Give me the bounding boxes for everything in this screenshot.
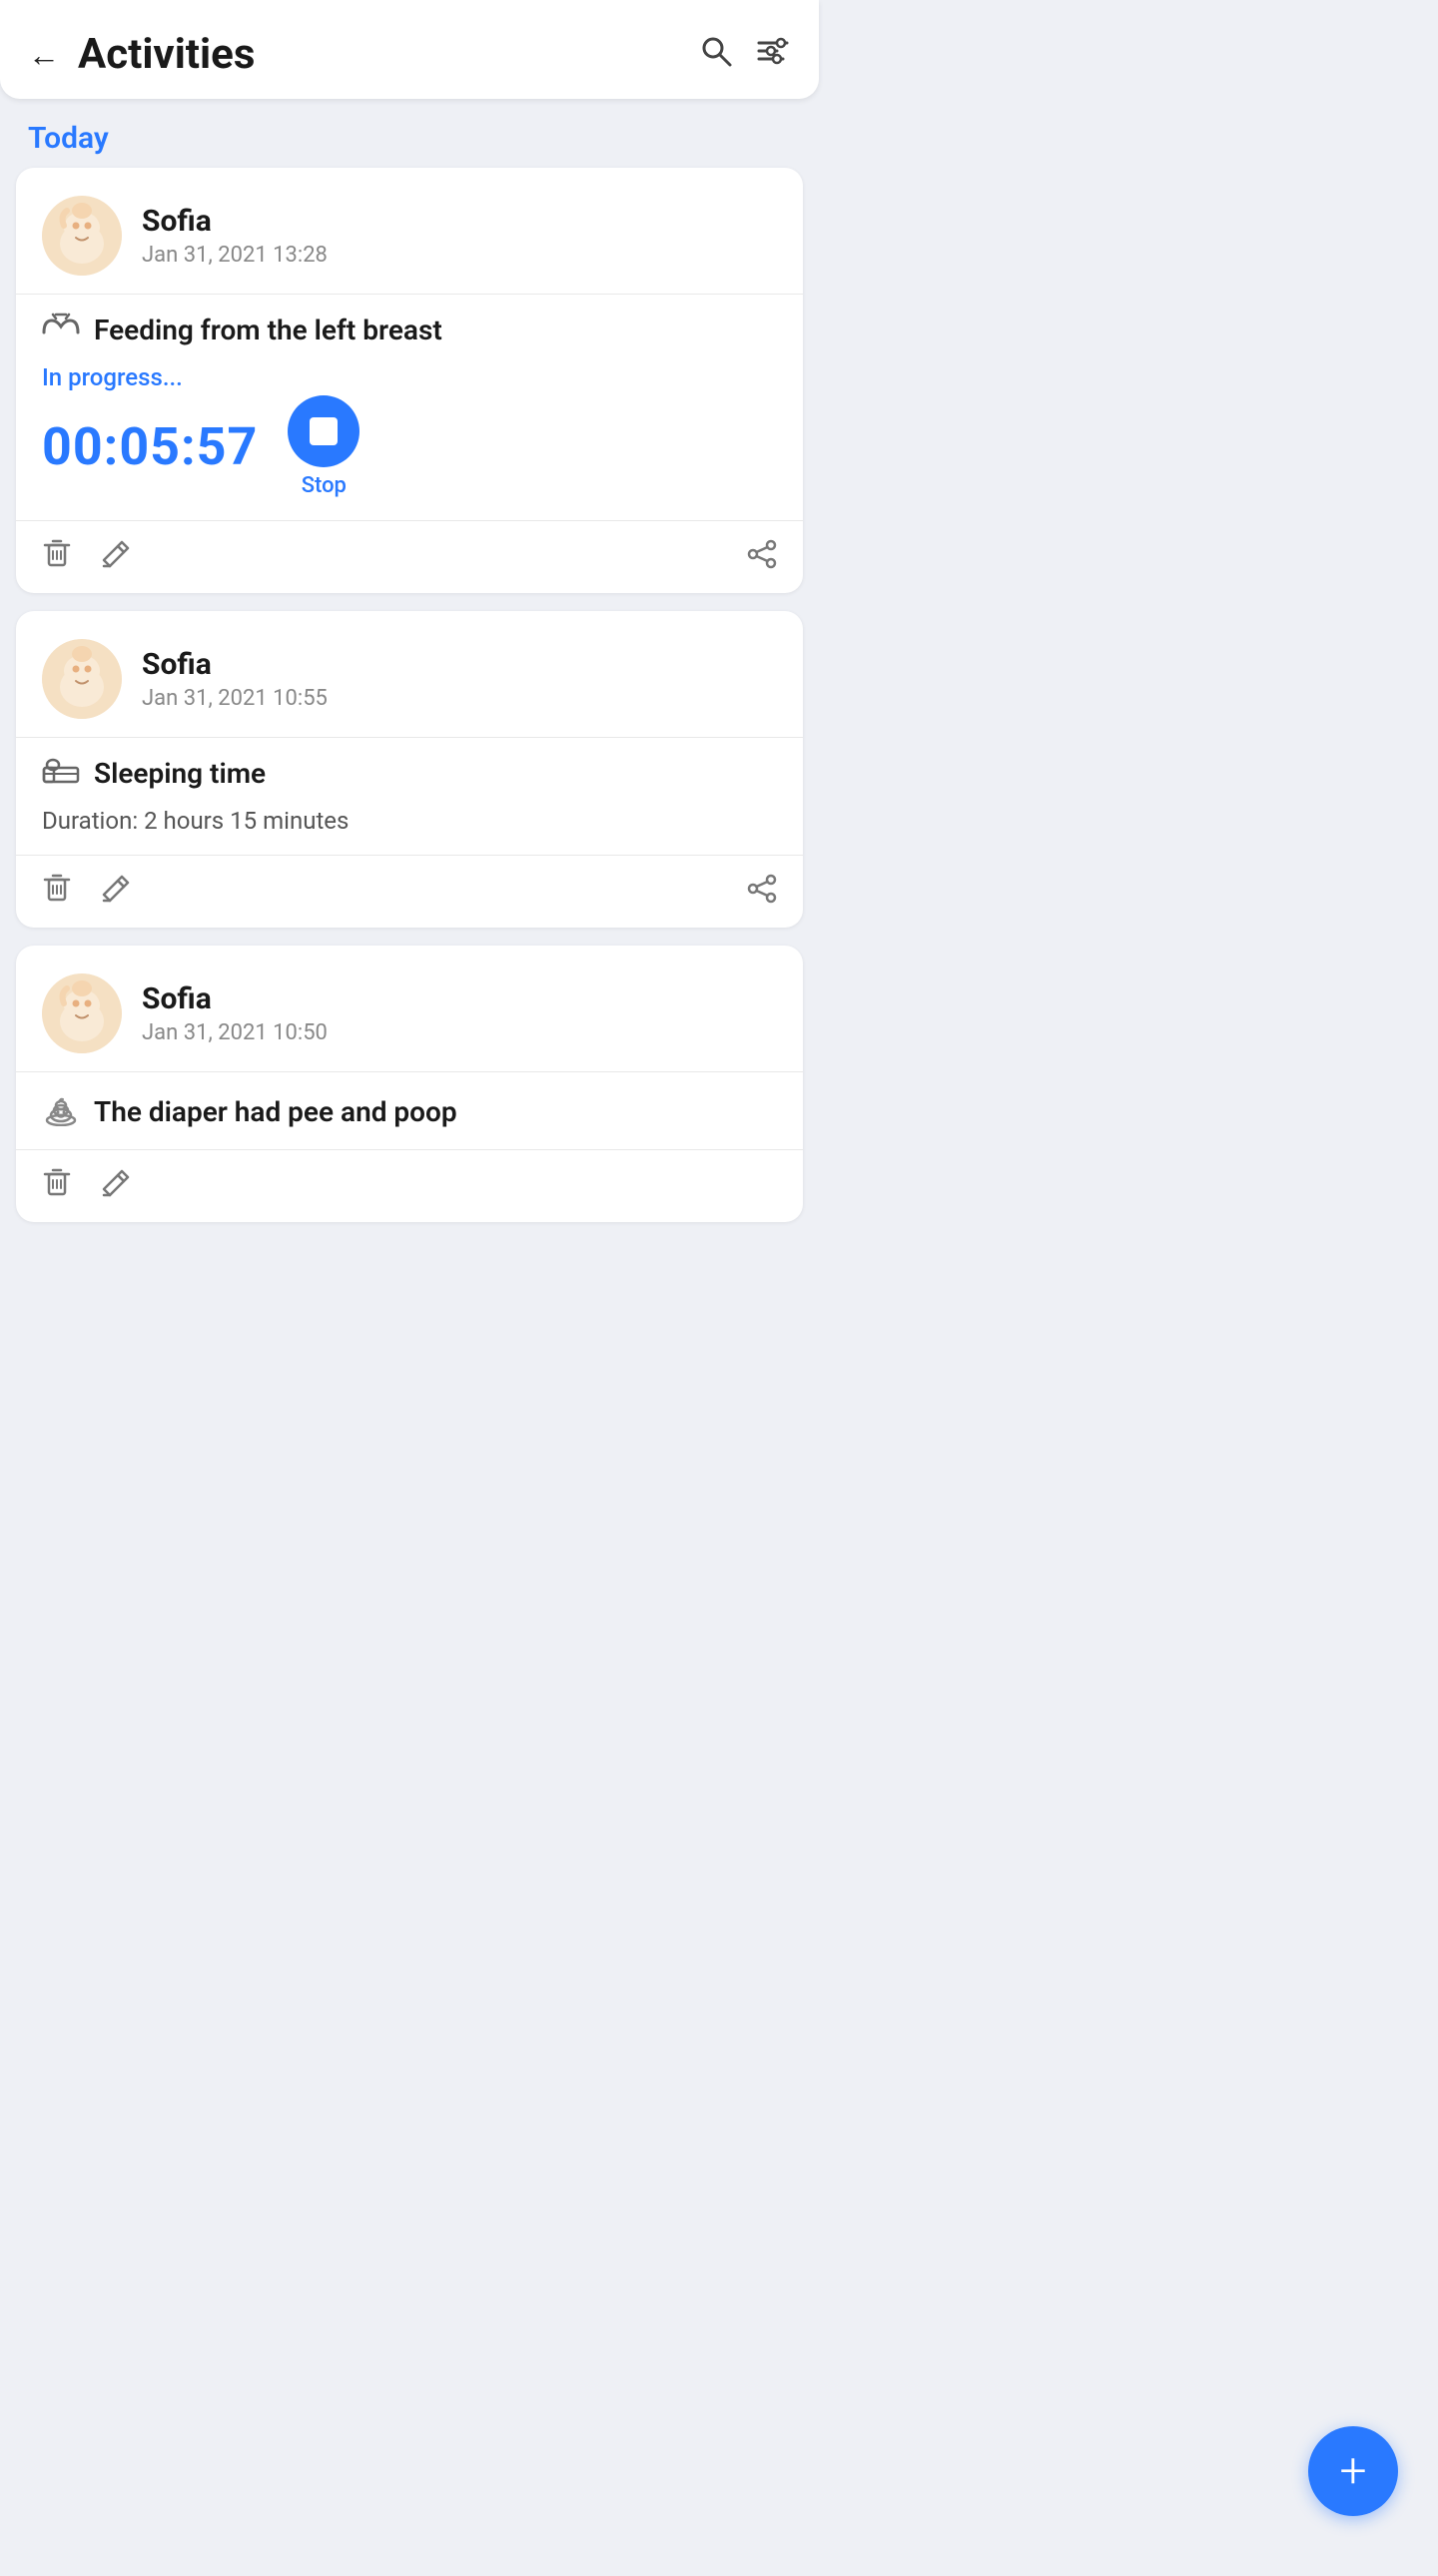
feeding-icon [42, 313, 80, 347]
page-header: ← Activities [0, 0, 819, 99]
card-footer-feeding [16, 520, 803, 593]
child-name-feeding: Sofia [142, 204, 328, 239]
divider-1 [16, 294, 803, 295]
card-footer-sleeping [16, 855, 803, 928]
stop-button[interactable] [288, 395, 360, 467]
stop-icon [310, 417, 338, 445]
activity-type-feeding: Feeding from the left breast [42, 313, 777, 347]
card-header-feeding: Sofia Jan 31, 2021 13:28 [42, 196, 777, 276]
edit-button-diaper[interactable] [100, 1167, 130, 1205]
diaper-icon [42, 1090, 80, 1133]
timer-row: 00:05:57 Stop [42, 395, 777, 498]
divider-2 [16, 737, 803, 738]
share-button-sleeping[interactable] [747, 874, 777, 911]
card-date-feeding: Jan 31, 2021 13:28 [142, 243, 328, 268]
card-header-sleeping: Sofia Jan 31, 2021 10:55 [42, 639, 777, 719]
activity-type-sleeping: Sleeping time [42, 756, 777, 791]
plus-icon: + [1339, 2447, 1366, 2495]
avatar-sofia-feeding [42, 196, 122, 276]
filter-icon[interactable] [755, 34, 791, 76]
card-header-diaper: Sofia Jan 31, 2021 10:50 [42, 973, 777, 1053]
sleeping-icon [42, 756, 80, 791]
duration-sleeping: Duration: 2 hours 15 minutes [42, 807, 777, 835]
activity-label-diaper: The diaper had pee and poop [94, 1095, 457, 1128]
child-name-diaper: Sofia [142, 981, 328, 1016]
footer-actions-diaper [42, 1166, 130, 1206]
avatar-sofia-sleeping [42, 639, 122, 719]
search-icon[interactable] [699, 34, 733, 76]
card-date-diaper: Jan 31, 2021 10:50 [142, 1020, 328, 1045]
card-info-feeding: Sofia Jan 31, 2021 13:28 [142, 204, 328, 268]
page-title: Activities [78, 30, 255, 79]
header-icons [699, 34, 791, 76]
card-info-sleeping: Sofia Jan 31, 2021 10:55 [142, 647, 328, 711]
delete-button-diaper[interactable] [42, 1166, 72, 1206]
in-progress-status: In progress... [42, 363, 777, 391]
activity-card-diaper: Sofia Jan 31, 2021 10:50 The diaper had … [16, 946, 803, 1222]
activity-label-feeding: Feeding from the left breast [94, 314, 442, 346]
stop-label: Stop [302, 473, 347, 498]
add-activity-button[interactable]: + [1308, 2426, 1398, 2516]
divider-3 [16, 1071, 803, 1072]
card-footer-diaper [16, 1149, 803, 1222]
share-button-feeding[interactable] [747, 539, 777, 576]
footer-actions-sleeping [42, 872, 130, 912]
footer-actions-feeding [42, 537, 130, 577]
stop-button-group[interactable]: Stop [288, 395, 360, 498]
header-left: ← Activities [28, 30, 255, 79]
activity-label-sleeping: Sleeping time [94, 757, 266, 790]
activity-card-feeding: Sofia Jan 31, 2021 13:28 Feeding from th… [16, 168, 803, 593]
avatar-sofia-diaper [42, 973, 122, 1053]
card-info-diaper: Sofia Jan 31, 2021 10:50 [142, 981, 328, 1045]
section-today: Today [0, 99, 819, 168]
card-date-sleeping: Jan 31, 2021 10:55 [142, 686, 328, 711]
delete-button-feeding[interactable] [42, 537, 72, 577]
activity-type-diaper: The diaper had pee and poop [42, 1090, 777, 1133]
edit-button-sleeping[interactable] [100, 873, 130, 911]
delete-button-sleeping[interactable] [42, 872, 72, 912]
edit-button-feeding[interactable] [100, 538, 130, 576]
back-button[interactable]: ← [28, 39, 60, 71]
activity-card-sleeping: Sofia Jan 31, 2021 10:55 Sleeping time D… [16, 611, 803, 928]
timer-display: 00:05:57 [42, 416, 258, 477]
in-progress-text: In progress... [42, 363, 183, 391]
child-name-sleeping: Sofia [142, 647, 328, 682]
